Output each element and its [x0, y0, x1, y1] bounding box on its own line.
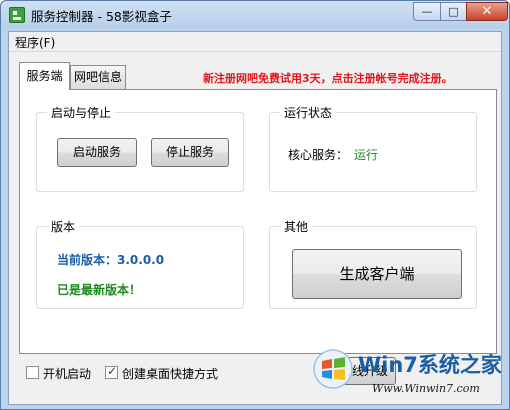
run-status-group-title: 运行状态	[280, 104, 337, 121]
title-bar[interactable]: 服务控制器 - 58影视盒子 — □ ✕	[1, 1, 509, 29]
autostart-option[interactable]: 开机启动	[26, 365, 106, 381]
stop-service-button[interactable]: 停止服务	[151, 138, 229, 167]
server-tab-panel: 启动与停止 启动服务 停止服务 运行状态 核心服务： 运行 版本 当前版本：3.…	[19, 89, 497, 354]
watermark-url: Www.Winwin7.com	[372, 382, 480, 395]
window-title: 服务控制器 - 58影视盒子	[31, 9, 172, 24]
register-notice-link[interactable]: 新注册网吧免费试用3天，点击注册帐号完成注册。	[203, 70, 453, 86]
watermark-title: Win7系统之家	[358, 353, 502, 377]
other-group: 其他 生成客户端	[269, 218, 477, 309]
start-service-button[interactable]: 启动服务	[57, 138, 137, 167]
app-icon	[9, 7, 25, 23]
latest-version-text: 已是最新版本！	[57, 283, 142, 297]
core-service-label: 核心服务：	[288, 148, 349, 162]
site-watermark: Win7系统之家 Www.Winwin7.com	[310, 346, 506, 406]
menu-bar: 程序(F)	[9, 32, 501, 52]
windows-logo-icon	[313, 349, 353, 389]
other-group-title: 其他	[280, 218, 313, 235]
autostart-checkbox[interactable]	[26, 366, 39, 379]
version-group: 版本 当前版本：3.0.0.0 已是最新版本！	[36, 218, 244, 309]
generate-client-button[interactable]: 生成客户端	[292, 249, 462, 299]
desktop-shortcut-option[interactable]: 创建桌面快捷方式	[105, 364, 235, 382]
tab-server[interactable]: 服务端	[19, 62, 70, 90]
autostart-label[interactable]: 开机启动	[43, 365, 91, 382]
minimize-button[interactable]: —	[413, 2, 441, 21]
start-stop-group-title: 启动与停止	[47, 104, 116, 121]
close-button[interactable]: ✕	[466, 2, 508, 21]
start-stop-group: 启动与停止 启动服务 停止服务	[36, 104, 244, 192]
desktop-shortcut-label[interactable]: 创建桌面快捷方式	[122, 365, 218, 382]
version-group-title: 版本	[47, 218, 80, 235]
menu-program[interactable]: 程序(F)	[15, 34, 55, 51]
desktop-shortcut-checkbox[interactable]	[105, 364, 118, 379]
core-service-status: 运行	[354, 148, 379, 162]
run-status-group: 运行状态 核心服务： 运行	[269, 104, 477, 192]
maximize-button[interactable]: □	[440, 2, 467, 21]
tab-cafe-info[interactable]: 网吧信息	[70, 65, 126, 89]
current-version-text: 当前版本：3.0.0.0	[57, 253, 165, 267]
